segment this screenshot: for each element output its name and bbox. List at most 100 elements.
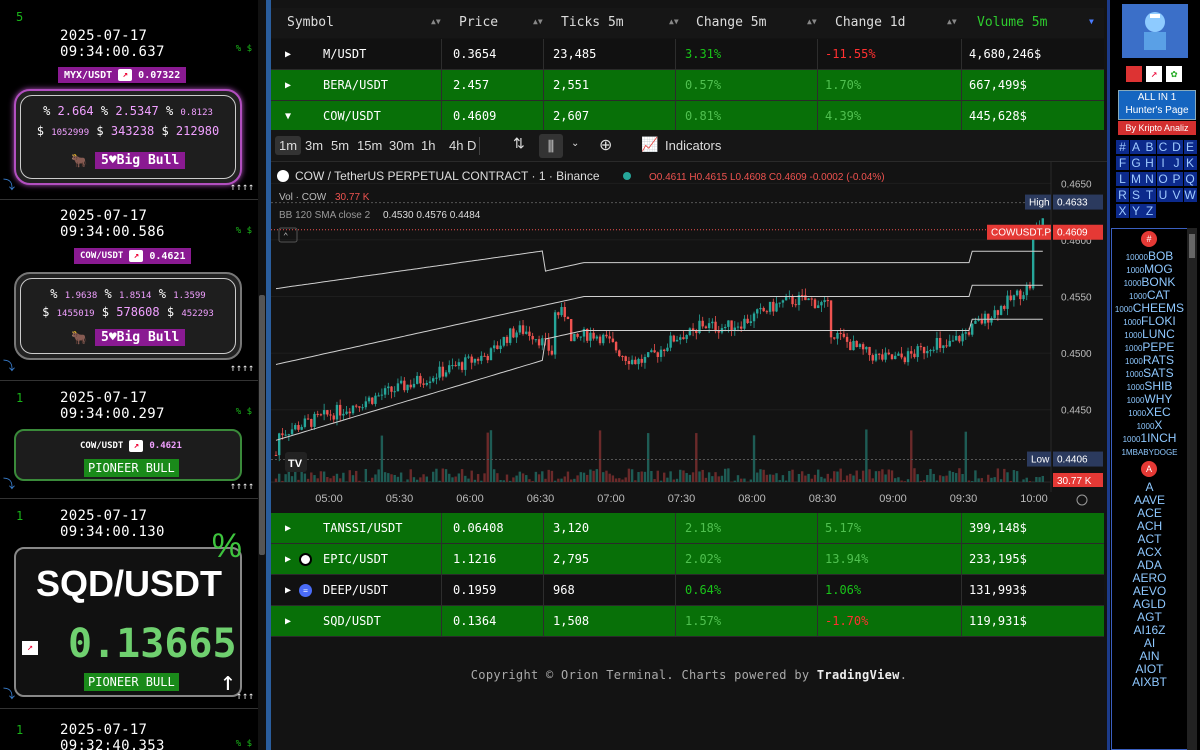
sort-icon[interactable]: ▲▼ (533, 17, 543, 26)
letter-filter-m[interactable]: M (1129, 172, 1143, 186)
price-chart[interactable]: 1m 3m 5m 15m 30m 1h 4h D ⇅ ⫼ ⌄ ⊕ 📈 Indicators 0… (271, 130, 1107, 513)
letter-filter-hash[interactable]: # (1116, 140, 1129, 154)
signal-feed[interactable]: 5 2025-07-17 09:34:00.637 % $ MYX/USDT ↗… (0, 0, 258, 750)
big-bull-card[interactable]: % 1.9638 % 1.8514 % 1.3599 $ 1455019 $ 5… (14, 272, 242, 360)
chart-icon[interactable]: ↗ (1146, 66, 1162, 82)
highlight-card[interactable]: % SQD/USDT ↗ 0.13665 PIONEER BULL ↑ (14, 527, 242, 697)
volume-bar (897, 477, 900, 482)
letter-filter-a[interactable]: A (1129, 140, 1143, 154)
symbol-pill[interactable]: MYX/USDT ↗ 0.07322 (58, 67, 187, 83)
letter-filter-r[interactable]: R (1116, 188, 1129, 202)
sort-desc-icon[interactable]: ▼ (1089, 17, 1094, 26)
symbol-pill[interactable]: COW/USDT ↗ 0.4621 (74, 248, 192, 264)
letter-filter-d[interactable]: D (1170, 140, 1183, 154)
letter-filter-b[interactable]: B (1143, 140, 1156, 154)
compare-icon[interactable]: ⇅ (513, 135, 525, 152)
timeframe-5m[interactable]: 5m (327, 136, 353, 155)
volume-bar (422, 474, 425, 482)
header-change1d[interactable]: Change 1d (835, 8, 905, 38)
header-change5m[interactable]: Change 5m (696, 8, 766, 38)
coin-list-item[interactable]: 1000XEC (1112, 406, 1187, 420)
coin-list-scroll-thumb[interactable] (1189, 234, 1195, 258)
candle-body (897, 353, 900, 356)
volume-bar (938, 475, 942, 482)
feed-scroll-thumb[interactable] (259, 295, 265, 555)
letter-filter-y[interactable]: Y (1129, 204, 1143, 218)
coin-list-item[interactable]: AIXBT (1112, 676, 1187, 689)
letter-filter-f[interactable]: F (1116, 156, 1129, 170)
letter-filter-u[interactable]: U (1156, 188, 1170, 202)
chart-canvas[interactable]: 0.46500.46000.45500.45000.445005:00 05:30… (271, 162, 1107, 513)
header-ticks[interactable]: Ticks 5m (561, 8, 624, 38)
candle-body (1012, 295, 1016, 301)
candle-body (512, 328, 515, 338)
timeframe-1h[interactable]: 1h (417, 136, 439, 155)
timeframe-D[interactable]: D (463, 136, 480, 155)
timeframe-30m[interactable]: 30m (385, 136, 418, 155)
add-indicator-icon[interactable]: ⊕ (599, 135, 612, 155)
indicators-button[interactable]: Indicators (665, 138, 721, 153)
letter-filter-j[interactable]: J (1170, 156, 1183, 170)
letter-filter-t[interactable]: T (1143, 188, 1156, 202)
coin-list-item[interactable]: 1MBABYDOGE (1112, 445, 1187, 459)
timeframe-3m[interactable]: 3m (301, 136, 327, 155)
pioneer-card[interactable]: COW/USDT ↗ 0.4621 PIONEER BULL (14, 429, 242, 481)
candle-body (958, 335, 961, 342)
letter-filter-h[interactable]: H (1143, 156, 1156, 170)
timeframe-15m[interactable]: 15m (353, 136, 386, 155)
volume-bar (332, 475, 335, 482)
letter-filter-x[interactable]: X (1116, 204, 1129, 218)
all-in-one-link[interactable]: ALL IN 1 Hunter's Page (1118, 90, 1196, 120)
letter-filter-e[interactable]: E (1183, 140, 1197, 154)
letter-filter-n[interactable]: N (1143, 172, 1156, 186)
letter-filter-l[interactable]: L (1116, 172, 1129, 186)
table-row[interactable]: ▶ M/USDT 0.3654 23,485 3.31% -11.55% 4,680,246… (271, 39, 1104, 70)
siren-icon[interactable] (1126, 66, 1142, 82)
letter-filter-z[interactable]: Z (1143, 204, 1156, 218)
letter-filter-w[interactable]: W (1183, 188, 1197, 202)
timeframe-1m[interactable]: 1m (275, 136, 302, 155)
coin-list[interactable]: #10000BOB 1000MOG 1000BONK 1000CAT 1000CHEEM… (1111, 228, 1188, 750)
letter-filter-k[interactable]: K (1183, 156, 1197, 170)
volume-bar (569, 479, 573, 482)
letter-filter-p[interactable]: P (1170, 172, 1183, 186)
letter-filter-g[interactable]: G (1129, 156, 1143, 170)
coin-list-item[interactable]: 10001INCH (1112, 432, 1187, 446)
puzzle-icon[interactable]: ✿ (1166, 66, 1182, 82)
volume-bar (784, 480, 788, 482)
header-volume5m[interactable]: Volume 5m (977, 8, 1047, 38)
table-row[interactable]: ▼ COW/USDT 0.4609 2,607 0.81% 4.39% 445,628$ (271, 101, 1104, 132)
table-row[interactable]: ▶ EPIC/USDT 1.1216 2,795 2.02% 13.94% 233,195$ (271, 544, 1104, 575)
feed-scrollbar[interactable] (258, 0, 266, 750)
letter-filter-v[interactable]: V (1170, 188, 1183, 202)
table-row[interactable]: ▶ SQD/USDT 0.1364 1,508 1.57% -1.70% 119,931$ (271, 606, 1104, 637)
candle-body (1009, 295, 1012, 301)
volume-bar (929, 468, 932, 482)
candle-body (441, 366, 445, 377)
candle-body (618, 350, 621, 357)
table-row[interactable]: ▶ BERA/USDT 2.457 2,551 0.57% 1.70% 667,499$ (271, 70, 1104, 101)
candles-icon[interactable]: ⫼ (539, 134, 563, 158)
table-row[interactable]: ▶ TANSSI/USDT 0.06408 3,120 2.18% 5.17% 399,14… (271, 513, 1104, 544)
big-bull-card[interactable]: % 2.664 % 2.5347 % 0.8123 $ 1052999 $ 34… (14, 89, 242, 185)
x-tick-label: 10:00 (1020, 493, 1048, 505)
letter-filter-c[interactable]: C (1156, 140, 1170, 154)
table-row[interactable]: ▶ DEEP/USDT 0.1959 968 0.64% 1.06% 131,993$ = (271, 575, 1104, 606)
kripto-analiz-link[interactable]: By Kripto Analiz (1118, 121, 1196, 135)
letter-filter-o[interactable]: O (1156, 172, 1170, 186)
header-symbol[interactable]: Symbol (287, 8, 334, 38)
letter-filter-i[interactable]: I (1156, 156, 1170, 170)
sort-icon[interactable]: ▲▼ (431, 17, 441, 26)
sort-icon[interactable]: ▲▼ (807, 17, 817, 26)
chevron-down-icon[interactable]: ⌄ (571, 138, 579, 149)
sort-icon[interactable]: ▲▼ (947, 17, 957, 26)
sort-icon[interactable]: ▲▼ (669, 17, 679, 26)
header-price[interactable]: Price (459, 8, 498, 38)
indicators-icon[interactable]: 📈 (641, 136, 658, 153)
genie-logo[interactable] (1122, 4, 1188, 58)
coin-list-scrollbar[interactable] (1187, 228, 1197, 750)
volume-bar (675, 478, 679, 482)
event-pct-marker: % $ (235, 407, 252, 417)
letter-filter-q[interactable]: Q (1183, 172, 1197, 186)
letter-filter-s[interactable]: S (1129, 188, 1143, 202)
